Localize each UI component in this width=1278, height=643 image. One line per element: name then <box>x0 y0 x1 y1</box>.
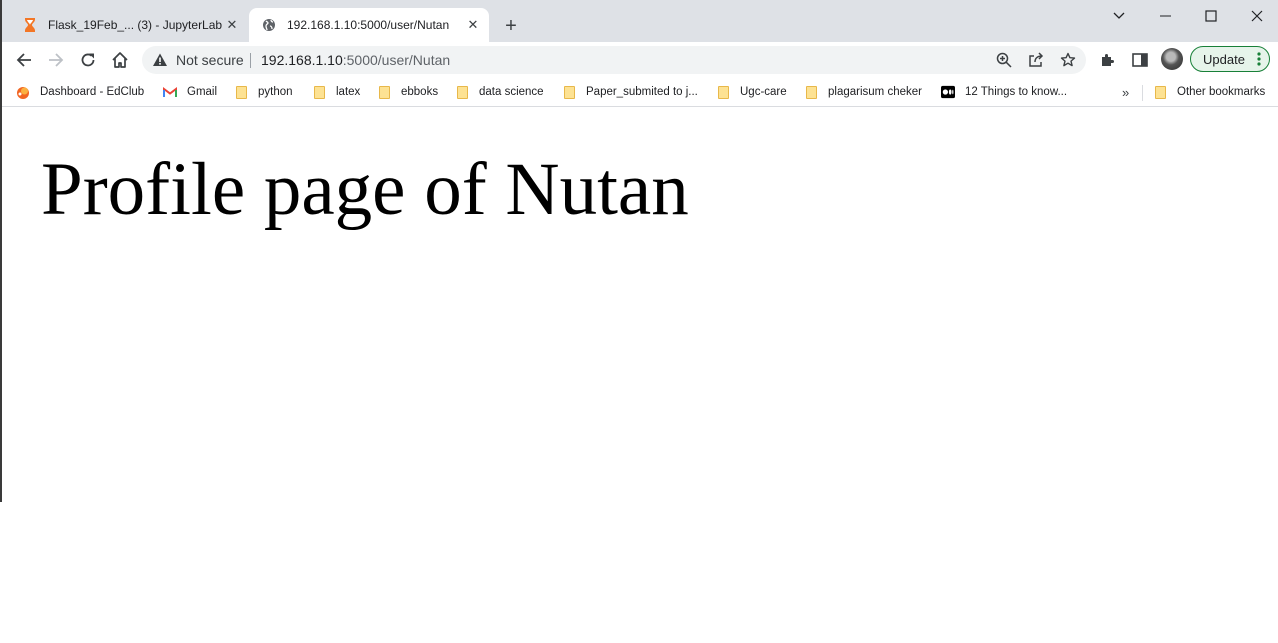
zoom-icon[interactable] <box>996 52 1012 68</box>
folder-icon <box>1153 85 1167 99</box>
page-heading: Profile page of Nutan <box>41 148 689 231</box>
security-label[interactable]: Not secure <box>176 52 244 68</box>
profile-avatar[interactable] <box>1161 48 1183 70</box>
bookmark-folder-data-science[interactable]: data science <box>455 82 544 102</box>
bookmark-edclub[interactable]: Dashboard - EdClub <box>16 82 144 102</box>
folder-icon <box>804 85 818 99</box>
tab-strip: Flask_19Feb_... (3) - JupyterLab ✕ 192.1… <box>0 0 1278 42</box>
close-tab-icon[interactable]: ✕ <box>224 17 240 33</box>
bookmark-folder-plagarisum-cheker[interactable]: plagarisum cheker <box>804 82 922 102</box>
toolbar: Not secure 192.168.1.10:5000/user/Nutan … <box>0 42 1278 78</box>
omnibox-divider <box>250 53 251 68</box>
tab-title: 192.168.1.10:5000/user/Nutan <box>287 18 450 32</box>
hourglass-icon <box>22 17 38 33</box>
bookmark-label: Ugc-care <box>740 86 787 98</box>
folder-icon <box>716 85 730 99</box>
maximize-icon[interactable] <box>1188 4 1234 28</box>
folder-icon <box>377 85 391 99</box>
more-menu-icon[interactable] <box>1257 52 1261 66</box>
bookmark-folder-ugc-care[interactable]: Ugc-care <box>716 82 787 102</box>
bookmarks-divider <box>1142 85 1143 101</box>
extensions-puzzle-icon[interactable] <box>1098 50 1118 70</box>
home-icon[interactable] <box>106 46 134 74</box>
tab-search-chevron-icon[interactable] <box>1096 4 1142 28</box>
page-viewport: Profile page of Nutan <box>0 107 1278 502</box>
folder-icon <box>234 85 248 99</box>
bookmark-folder-latex[interactable]: latex <box>312 82 360 102</box>
warning-icon[interactable] <box>152 52 168 68</box>
url-path: :5000/user/Nutan <box>342 52 451 68</box>
folder-icon <box>455 85 469 99</box>
address-bar[interactable]: Not secure 192.168.1.10:5000/user/Nutan <box>142 46 1086 74</box>
bookmark-label: data science <box>479 86 544 98</box>
bookmarks-overflow-chevron[interactable]: » <box>1122 82 1129 102</box>
folder-icon <box>312 85 326 99</box>
share-icon[interactable] <box>1028 52 1044 68</box>
bookmark-label: Other bookmarks <box>1177 86 1266 98</box>
gmail-icon <box>163 85 177 99</box>
reload-icon[interactable] <box>74 46 102 74</box>
tab-title: Flask_19Feb_... (3) - JupyterLab <box>48 18 223 32</box>
url-text[interactable]: 192.168.1.10:5000/user/Nutan <box>261 52 450 68</box>
bookmark-folder-other-bookmarks[interactable]: Other bookmarks <box>1153 82 1265 102</box>
bookmark-label: latex <box>336 86 361 98</box>
bookmark-label: Dashboard - EdClub <box>40 86 145 98</box>
bookmark-folder-ebboks[interactable]: ebboks <box>377 82 438 102</box>
edclub-icon <box>16 85 30 99</box>
bookmark-label: plagarisum cheker <box>828 86 922 98</box>
bookmark-folder-paper-submited[interactable]: Paper_submited to j... <box>562 82 698 102</box>
side-panel-icon[interactable] <box>1130 50 1150 70</box>
new-tab-button[interactable]: + <box>499 14 523 38</box>
bookmark-medium-article[interactable]: 12 Things to know... <box>941 82 1067 102</box>
update-label: Update <box>1203 51 1245 67</box>
bookmark-label: 12 Things to know... <box>965 86 1068 98</box>
update-button[interactable]: Update <box>1190 46 1270 72</box>
medium-icon <box>941 85 955 99</box>
tab-jupyterlab[interactable]: Flask_19Feb_... (3) - JupyterLab ✕ <box>10 8 248 42</box>
url-host: 192.168.1.10 <box>261 52 343 68</box>
bookmark-label: ebboks <box>401 86 439 98</box>
tab-profile-page[interactable]: 192.168.1.10:5000/user/Nutan ✕ <box>249 8 489 42</box>
star-icon[interactable] <box>1060 52 1076 68</box>
bookmark-gmail[interactable]: Gmail <box>163 82 217 102</box>
bookmark-label: Gmail <box>187 86 218 98</box>
minimize-icon[interactable] <box>1142 4 1188 28</box>
globe-icon <box>261 17 277 33</box>
folder-icon <box>562 85 576 99</box>
bookmark-folder-python[interactable]: python <box>234 82 293 102</box>
bookmark-label: Paper_submited to j... <box>586 86 698 98</box>
bookmark-label: python <box>258 86 293 98</box>
bookmarks-bar: Dashboard - EdClub Gmail python latex eb… <box>0 78 1278 107</box>
window-close-icon[interactable] <box>1234 4 1278 28</box>
window-edge <box>0 0 2 502</box>
back-arrow-icon[interactable] <box>10 46 38 74</box>
close-tab-icon[interactable]: ✕ <box>465 17 481 33</box>
forward-arrow-icon[interactable] <box>42 46 70 74</box>
browser-window: Flask_19Feb_... (3) - JupyterLab ✕ 192.1… <box>0 0 1278 502</box>
